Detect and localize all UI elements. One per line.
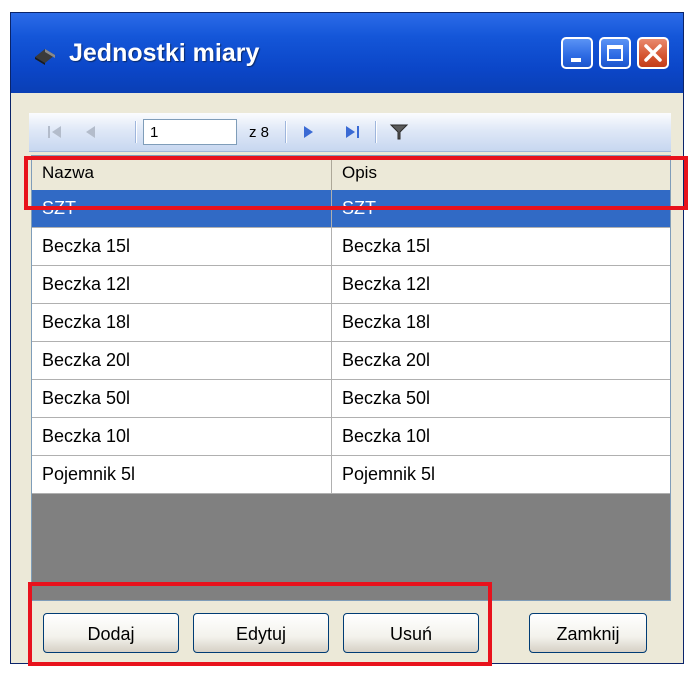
cell-nazwa: SZT	[32, 190, 332, 227]
close-button[interactable]: Zamknij	[529, 613, 647, 653]
table-row[interactable]: Pojemnik 5l Pojemnik 5l	[32, 456, 670, 494]
delete-button[interactable]: Usuń	[343, 613, 479, 653]
grid-header: Nazwa Opis	[32, 156, 670, 191]
page-number-input[interactable]	[143, 119, 237, 145]
maximize-icon	[607, 45, 623, 61]
cell-opis: Beczka 50l	[342, 388, 431, 408]
next-page-icon[interactable]	[299, 122, 319, 142]
toolbar-separator	[375, 121, 377, 143]
title-bar[interactable]: Jednostki miary	[11, 13, 683, 93]
window-client: z 8 Nazwa Opis SZTSZTBeczka 15lBeczka 15…	[17, 93, 677, 663]
toolbar-separator	[285, 121, 287, 143]
column-header-opis[interactable]: Opis	[332, 156, 670, 190]
cell-opis: Beczka 10l	[342, 426, 431, 446]
table-row[interactable]: Beczka 50l Beczka 50l	[32, 380, 670, 418]
table-row[interactable]: SZT SZT	[32, 190, 670, 228]
maximize-button[interactable]	[599, 37, 631, 69]
close-icon	[644, 44, 662, 62]
cell-opis: Beczka 15l	[342, 236, 431, 256]
cell-nazwa: Beczka 10l	[32, 418, 332, 455]
edit-button[interactable]: Edytuj	[193, 613, 329, 653]
pager-toolbar: z 8	[29, 113, 671, 152]
cell-opis: Pojemnik 5l	[342, 464, 436, 484]
table-row[interactable]: Beczka 20l Beczka 20l	[32, 342, 670, 380]
table-row[interactable]: Beczka 18l Beczka 18l	[32, 304, 670, 342]
cell-opis: Beczka 18l	[342, 312, 431, 332]
add-button[interactable]: Dodaj	[43, 613, 179, 653]
table-row[interactable]: Beczka 15l Beczka 15l	[32, 228, 670, 266]
window: Jednostki miary z 8	[10, 12, 684, 664]
close-window-button[interactable]	[637, 37, 669, 69]
minimize-button[interactable]	[561, 37, 593, 69]
page-count-label: z 8	[249, 124, 270, 141]
cell-nazwa: Beczka 20l	[32, 342, 332, 379]
window-title: Jednostki miary	[69, 39, 260, 67]
cell-opis: Beczka 12l	[342, 274, 431, 294]
first-page-icon[interactable]	[45, 122, 65, 142]
table-row[interactable]: Beczka 12l Beczka 12l	[32, 266, 670, 304]
units-grid: Nazwa Opis SZT SZT Beczka 15l Beczka 15l Bec…	[31, 155, 671, 601]
column-header-nazwa[interactable]: Nazwa	[32, 156, 332, 190]
cell-nazwa: Pojemnik 5l	[32, 456, 332, 493]
last-page-icon[interactable]	[343, 122, 363, 142]
cell-nazwa: Beczka 18l	[32, 304, 332, 341]
prev-page-icon[interactable]	[81, 122, 101, 142]
cell-opis: SZT	[342, 198, 376, 218]
table-row[interactable]: Beczka 10l Beczka 10l	[32, 418, 670, 456]
toolbar-separator	[135, 121, 137, 143]
filter-icon[interactable]	[389, 122, 409, 142]
cell-nazwa: Beczka 15l	[32, 228, 332, 265]
cell-nazwa: Beczka 12l	[32, 266, 332, 303]
app-icon	[35, 49, 55, 65]
cell-opis: Beczka 20l	[342, 350, 431, 370]
minimize-icon	[571, 58, 581, 62]
cell-nazwa: Beczka 50l	[32, 380, 332, 417]
